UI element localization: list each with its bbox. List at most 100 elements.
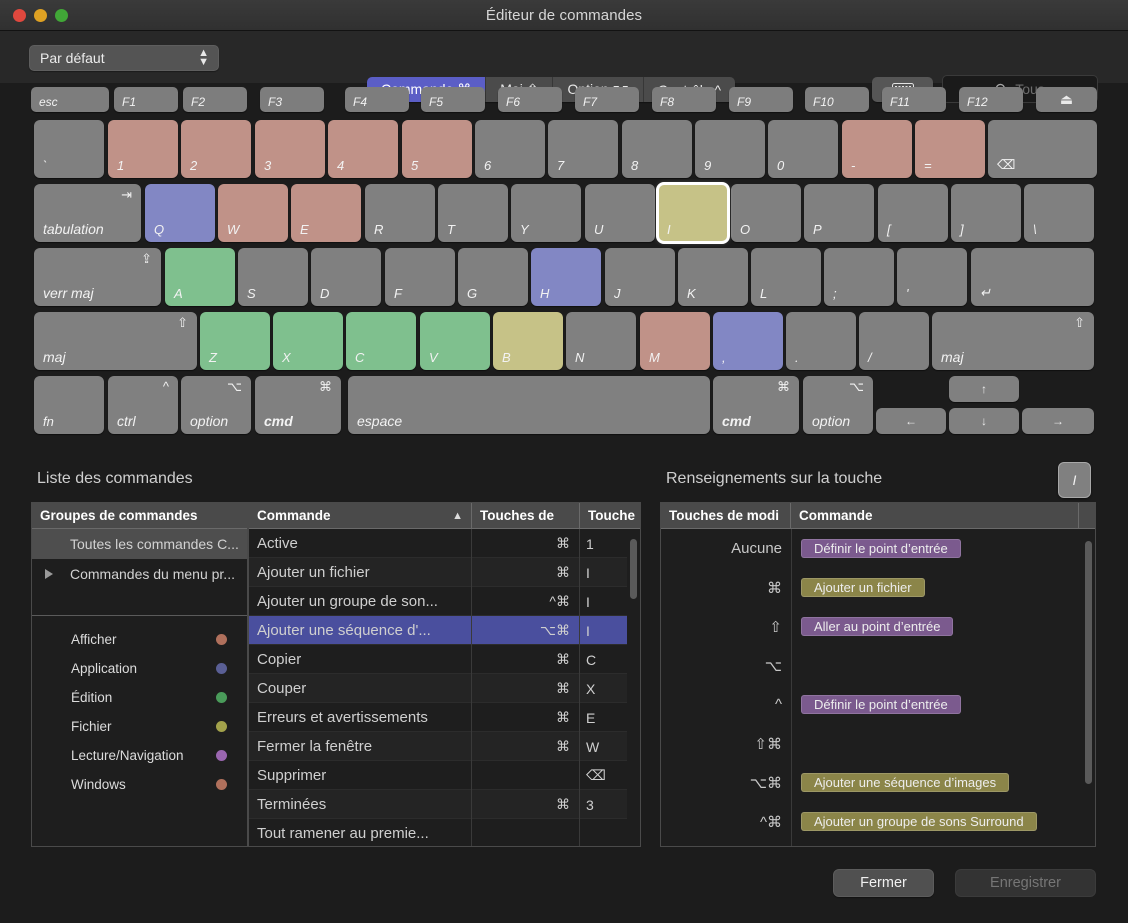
key-f6[interactable]: F6 xyxy=(498,87,562,112)
key-3[interactable]: 3 xyxy=(255,120,325,178)
key-0[interactable]: 0 xyxy=(768,120,838,178)
key-y[interactable]: Y xyxy=(511,184,581,242)
key-maj[interactable]: ⇧maj xyxy=(932,312,1094,370)
key-info-row[interactable]: ⌥⇧ xyxy=(661,841,1095,846)
table-row[interactable]: Ajouter un groupe de son...^⌘I xyxy=(249,587,640,616)
col-header-command[interactable]: Commande ▲ xyxy=(249,503,472,528)
table-row[interactable]: Erreurs et avertissements⌘E xyxy=(249,703,640,732)
key-cmd[interactable]: ⌘cmd xyxy=(713,376,799,434)
key-u[interactable]: U xyxy=(585,184,655,242)
key-g[interactable]: G xyxy=(458,248,528,306)
key-f12[interactable]: F12 xyxy=(959,87,1023,112)
key-d[interactable]: D xyxy=(311,248,381,306)
key-9[interactable]: 9 xyxy=(695,120,765,178)
key-w[interactable]: W xyxy=(218,184,288,242)
key-s[interactable]: S xyxy=(238,248,308,306)
assigned-command-pill[interactable]: Aller au point d’entrée xyxy=(801,617,953,636)
key-;[interactable]: ; xyxy=(824,248,894,306)
table-row[interactable]: Supprimer⌫ xyxy=(249,761,640,790)
save-button[interactable]: Enregistrer xyxy=(955,869,1096,897)
disclosure-triangle-icon[interactable] xyxy=(45,569,53,579)
key-↑[interactable]: ↑ xyxy=(949,376,1019,402)
key--[interactable]: - xyxy=(842,120,912,178)
key-b[interactable]: B xyxy=(493,312,563,370)
key-7[interactable]: 7 xyxy=(548,120,618,178)
key-→[interactable]: → xyxy=(1022,408,1094,434)
key-↵[interactable]: ↵ xyxy=(971,248,1094,306)
key-x[interactable]: X xyxy=(273,312,343,370)
preset-dropdown[interactable]: Par défaut ▲▼ xyxy=(29,45,219,71)
assigned-command-pill[interactable]: Ajouter une séquence d’images xyxy=(801,773,1009,792)
key-`[interactable]: ` xyxy=(34,120,104,178)
commands-scrollbar-thumb[interactable] xyxy=(630,539,637,599)
key-option[interactable]: ⌥option xyxy=(181,376,251,434)
commands-table[interactable]: Commande ▲ Touches de Touche Active⌘1Ajo… xyxy=(248,502,641,847)
key-f7[interactable]: F7 xyxy=(575,87,639,112)
col-header-modifier-keys[interactable]: Touches de xyxy=(472,503,580,528)
key-info-scrollbar-thumb[interactable] xyxy=(1085,541,1092,784)
key-ctrl[interactable]: ^ctrl xyxy=(108,376,178,434)
key-[[interactable]: [ xyxy=(878,184,948,242)
key-8[interactable]: 8 xyxy=(622,120,692,178)
table-row[interactable]: Ajouter une séquence d'...⌥⌘I xyxy=(249,616,640,645)
command-category-row[interactable]: Afficher xyxy=(32,625,247,654)
key-esc[interactable]: esc xyxy=(31,87,109,112)
command-category-row[interactable]: Application xyxy=(32,654,247,683)
key-l[interactable]: L xyxy=(751,248,821,306)
assigned-command-pill[interactable]: Définir le point d’entrée xyxy=(801,539,961,558)
key-verr-maj[interactable]: ⇪verr maj xyxy=(34,248,161,306)
key-f8[interactable]: F8 xyxy=(652,87,716,112)
key-/[interactable]: / xyxy=(859,312,929,370)
key-info-row[interactable]: ⌘Ajouter un fichier xyxy=(661,568,1095,607)
key-f2[interactable]: F2 xyxy=(183,87,247,112)
key-f4[interactable]: F4 xyxy=(345,87,409,112)
key-option[interactable]: ⌥option xyxy=(803,376,873,434)
table-row[interactable]: Tout ramener au premie... xyxy=(249,819,640,846)
col-header-key[interactable]: Touche xyxy=(580,503,640,528)
command-category-row[interactable]: Édition xyxy=(32,683,247,712)
table-row[interactable]: Fermer la fenêtre⌘W xyxy=(249,732,640,761)
assigned-command-pill[interactable]: Ajouter un groupe de sons Surround xyxy=(801,812,1037,831)
table-row[interactable]: Copier⌘C xyxy=(249,645,640,674)
command-groups-table[interactable]: Groupes de commandes Toutes les commande… xyxy=(31,502,248,847)
col-header-modifiers[interactable]: Touches de modi xyxy=(661,503,791,528)
commands-scrollbar[interactable] xyxy=(627,529,640,846)
key-tabulation[interactable]: ⇥tabulation xyxy=(34,184,141,242)
col-header-info-command[interactable]: Commande xyxy=(791,503,1079,528)
key-f10[interactable]: F10 xyxy=(805,87,869,112)
key-fn[interactable]: fn xyxy=(34,376,104,434)
key-n[interactable]: N xyxy=(566,312,636,370)
key-1[interactable]: 1 xyxy=(108,120,178,178)
key-e[interactable]: E xyxy=(291,184,361,242)
key-info-row[interactable]: ⇧⌘ xyxy=(661,724,1095,763)
key-o[interactable]: O xyxy=(731,184,801,242)
key-f[interactable]: F xyxy=(385,248,455,306)
key-info-row[interactable]: ⌥⌘Ajouter une séquence d’images xyxy=(661,763,1095,802)
key-][interactable]: ] xyxy=(951,184,1021,242)
table-row[interactable]: Ajouter un fichier⌘I xyxy=(249,558,640,587)
assigned-command-pill[interactable]: Définir le point d’entrée xyxy=(801,695,961,714)
key-,[interactable]: , xyxy=(713,312,783,370)
command-category-row[interactable]: Windows xyxy=(32,770,247,799)
key-k[interactable]: K xyxy=(678,248,748,306)
key-info-row[interactable]: AucuneDéfinir le point d’entrée xyxy=(661,529,1095,568)
key-'[interactable]: ' xyxy=(897,248,967,306)
table-row[interactable]: Couper⌘X xyxy=(249,674,640,703)
key-v[interactable]: V xyxy=(420,312,490,370)
key-\[interactable]: \ xyxy=(1024,184,1094,242)
key-q[interactable]: Q xyxy=(145,184,215,242)
key-info-table[interactable]: Touches de modi Commande AucuneDéfinir l… xyxy=(660,502,1096,847)
key-m[interactable]: M xyxy=(640,312,710,370)
key-info-row[interactable]: ^Définir le point d’entrée xyxy=(661,685,1095,724)
key-2[interactable]: 2 xyxy=(181,120,251,178)
command-group-row[interactable]: Commandes du menu pr... xyxy=(32,559,247,589)
key-5[interactable]: 5 xyxy=(402,120,472,178)
key-p[interactable]: P xyxy=(804,184,874,242)
key-f1[interactable]: F1 xyxy=(114,87,178,112)
key-i[interactable]: I xyxy=(658,184,728,242)
table-row[interactable]: Terminées⌘3 xyxy=(249,790,640,819)
key-f9[interactable]: F9 xyxy=(729,87,793,112)
key-j[interactable]: J xyxy=(605,248,675,306)
key-h[interactable]: H xyxy=(531,248,601,306)
key-f11[interactable]: F11 xyxy=(882,87,946,112)
